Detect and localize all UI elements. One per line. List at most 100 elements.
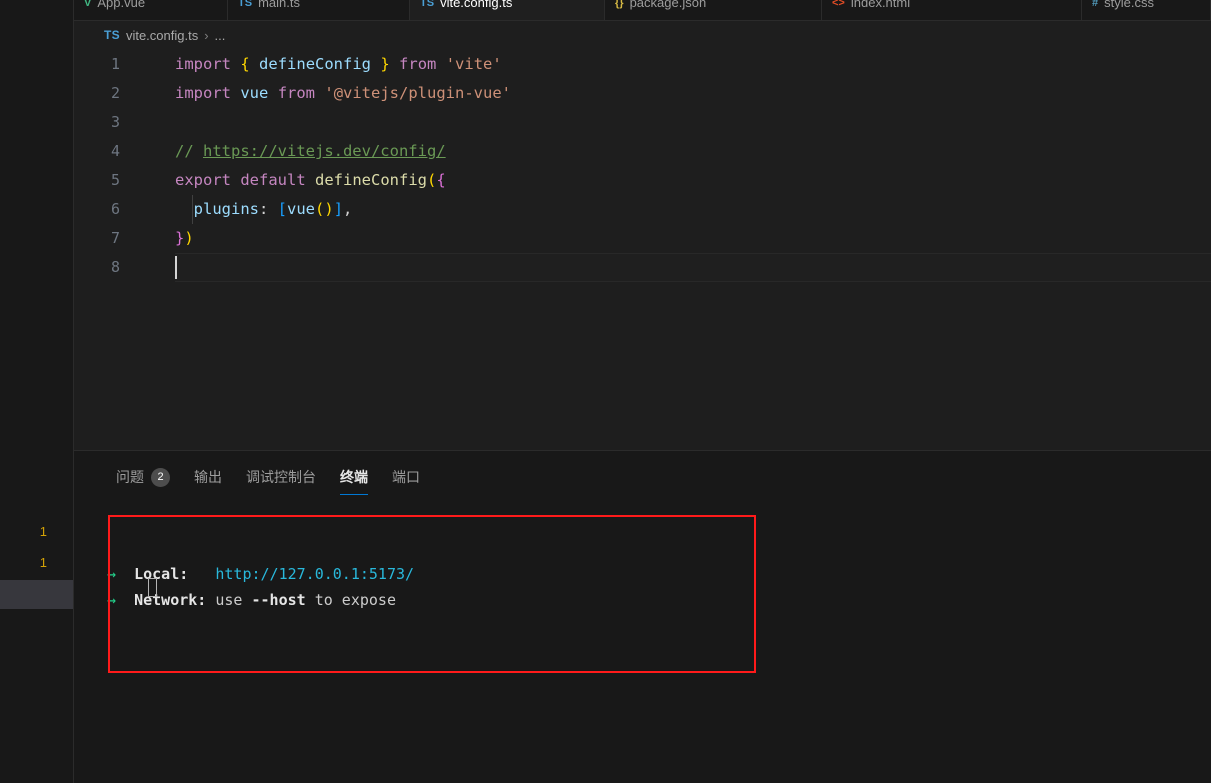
code-line-text: export default defineConfig({ [134, 166, 446, 195]
panel-tab-debug-console[interactable]: 调试控制台 [234, 460, 328, 495]
json-icon: {} [615, 0, 624, 9]
code-token: defineConfig [259, 55, 372, 73]
line-number: 4 [110, 142, 120, 160]
explorer-selected-row[interactable] [0, 580, 73, 609]
ts-icon: TS [420, 0, 435, 9]
panel-tab-terminal[interactable]: 终端 [328, 460, 380, 495]
editor-tab-main-ts[interactable]: TS main.ts [228, 0, 410, 20]
code-line[interactable]: 8 [74, 253, 1211, 282]
panel-tab-problems[interactable]: 问题 2 [104, 460, 182, 495]
code-line[interactable]: 1 import { defineConfig } from 'vite' [74, 50, 1211, 79]
line-number: 2 [110, 84, 120, 102]
code-line[interactable]: 4 // https://vitejs.dev/config/ [74, 137, 1211, 166]
code-token: ( [427, 171, 437, 189]
code-token: vue [287, 200, 316, 218]
code-token: [ [277, 200, 288, 218]
code-line-text: // https://vitejs.dev/config/ [134, 137, 446, 166]
explorer-row-count[interactable]: 1 [0, 551, 73, 573]
line-number: 8 [110, 258, 120, 276]
code-token: // [175, 142, 203, 160]
terminal-segment: use [206, 591, 252, 609]
current-line-highlight [175, 253, 1211, 282]
vue-icon: V [84, 0, 92, 9]
code-token: from [277, 84, 316, 102]
code-token: 'vite' [445, 55, 502, 73]
panel-tab-label: 端口 [392, 469, 420, 485]
explorer-sidebar[interactable]: 11 [0, 0, 74, 783]
code-token: import [175, 55, 231, 73]
line-number: 7 [110, 229, 120, 247]
editor-tab-label: App.vue [97, 0, 146, 10]
text-caret [175, 256, 177, 279]
code-line-text: import vue from '@vitejs/plugin-vue' [134, 79, 511, 108]
panel-tab-output[interactable]: 输出 [182, 460, 234, 495]
code-token: ] [333, 200, 344, 218]
editor-tab-label: style.css [1104, 0, 1154, 10]
panel-tab-label: 输出 [194, 469, 222, 485]
code-token: default [240, 171, 306, 189]
line-number: 5 [110, 171, 120, 189]
code-token: import [175, 84, 231, 102]
code-token: export [175, 171, 231, 189]
code-line[interactable]: 5 export default defineConfig({ [74, 166, 1211, 195]
editor-tab-bar[interactable]: V App.vue TS main.ts TS vite.config.ts {} packa… [74, 0, 1211, 21]
explorer-row-count[interactable]: 1 [0, 520, 73, 542]
terminal-lines: → Local: http://127.0.0.1:5173/→ Network… [107, 561, 1207, 613]
vscode-window: 11 V App.vue TS main.ts TS vite.config.ts{} pa… [0, 0, 1211, 783]
indent-guide [192, 195, 193, 224]
code-line[interactable]: 2 import vue from '@vitejs/plugin-vue' [74, 79, 1211, 108]
ts-icon: TS [238, 0, 253, 9]
line-number: 6 [110, 200, 120, 218]
code-line[interactable]: 7}) [74, 224, 1211, 253]
code-line-text: plugins: [vue()], [134, 195, 353, 224]
code-token: defineConfig [315, 171, 427, 189]
code-token: ) [184, 229, 194, 247]
breadcrumb-file-name[interactable]: vite.config.ts [126, 28, 198, 43]
line-number: 3 [110, 113, 120, 131]
breadcrumb-overflow[interactable]: ... [215, 28, 226, 43]
terminal-segment: --host [251, 591, 306, 609]
code-token: https://vitejs.dev/config/ [203, 142, 446, 160]
code-line[interactable]: 3 [74, 108, 1211, 137]
editor-tab-app-vue[interactable]: V App.vue [74, 0, 228, 20]
editor-tab-style-css[interactable]: # style.css [1082, 0, 1211, 20]
editor-tab-label: vite.config.ts [440, 0, 513, 10]
code-token: '@vitejs/plugin-vue' [324, 84, 511, 102]
code-token: , [343, 200, 353, 218]
code-token: { [436, 171, 446, 189]
panel-tab-label: 问题 [116, 469, 144, 485]
terminal-segment [188, 565, 215, 583]
code-editor[interactable]: 1 import { defineConfig } from 'vite' 2 imp… [74, 50, 1211, 449]
editor-tab-package-json[interactable]: {} package.json [605, 0, 822, 20]
editor-tab-label: package.json [629, 0, 707, 10]
editor-tab-vite-config-ts[interactable]: TS vite.config.ts [410, 0, 605, 20]
editor-tab-index-html[interactable]: <> index.html [822, 0, 1082, 20]
terminal-segment: to expose [305, 591, 396, 609]
terminal-segment: → [107, 565, 135, 583]
terminal-segment: Local: [134, 565, 189, 583]
terminal-output[interactable]: → Local: http://127.0.0.1:5173/→ Network… [107, 509, 1207, 769]
terminal-segment: Network: [134, 591, 207, 609]
code-token: plugins [193, 200, 259, 218]
editor-tab-label: index.html [850, 0, 911, 10]
code-token: () [315, 200, 334, 218]
terminal-cursor [148, 578, 157, 597]
editor-region: V App.vue TS main.ts TS vite.config.ts {} packa… [74, 0, 1211, 783]
terminal-segment: http://127.0.0.1:5173/ [215, 565, 415, 583]
panel-tab-bar[interactable]: 问题 2 输出 调试控制台 终端 端口 [74, 451, 1211, 503]
panel-tab-ports[interactable]: 端口 [380, 460, 432, 495]
ts-file-icon: TS [104, 28, 120, 42]
breadcrumb[interactable]: TS vite.config.ts › ... [74, 22, 1211, 48]
code-line[interactable]: 6 plugins: [vue()], [74, 195, 1211, 224]
line-number: 1 [110, 55, 120, 73]
chevron-right-icon: › [204, 27, 209, 43]
